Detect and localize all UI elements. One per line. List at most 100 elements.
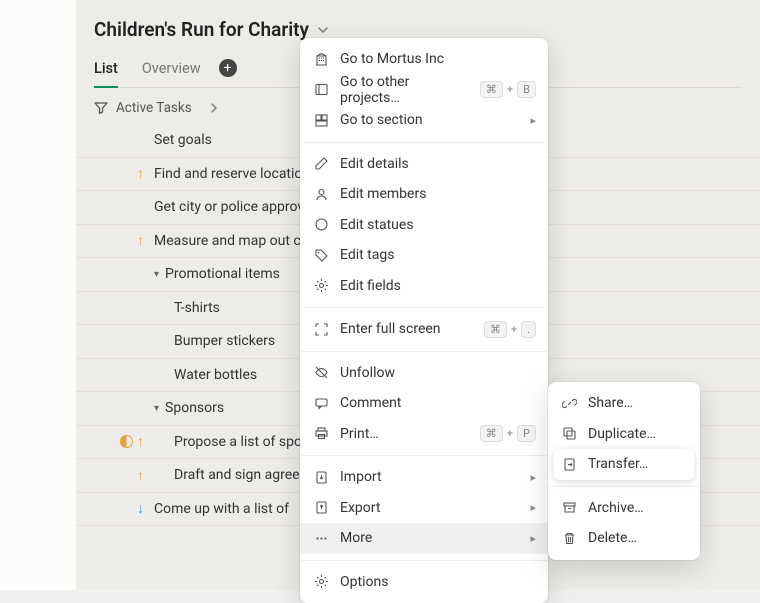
- link-icon: [560, 396, 578, 411]
- menu-print[interactable]: Print… ⌘+P: [300, 419, 548, 450]
- task-title: Water bottles: [174, 367, 257, 383]
- sidebar-gutter: [0, 0, 76, 590]
- menu-label: Edit members: [340, 186, 536, 202]
- task-title: T-shirts: [174, 300, 220, 316]
- filter-label: Active Tasks: [116, 100, 192, 116]
- filter-icon: [94, 101, 108, 115]
- tab-list[interactable]: List: [94, 60, 118, 87]
- task-title: Bumper stickers: [174, 333, 275, 349]
- duplicate-icon: [560, 426, 578, 441]
- shortcut: ⌘+P: [480, 425, 536, 442]
- gear-icon: [312, 574, 330, 589]
- context-menu: Go to Mortus Inc Go to other projects… ⌘…: [300, 38, 548, 603]
- chevron-right-icon: [210, 103, 218, 113]
- task-title: Set goals: [154, 132, 212, 148]
- menu-full-screen[interactable]: Enter full screen ⌘+.: [300, 314, 548, 345]
- add-tab-button[interactable]: +: [219, 59, 237, 77]
- menu-go-section[interactable]: Go to section ▸: [300, 105, 548, 136]
- priority-up-icon: ↑: [137, 433, 144, 450]
- priority-down-icon: ↓: [137, 500, 144, 517]
- priority-up-icon: ↑: [137, 165, 144, 182]
- section-icon: [312, 113, 330, 128]
- menu-go-mortus[interactable]: Go to Mortus Inc: [300, 44, 548, 75]
- transfer-icon: [560, 457, 578, 472]
- menu-export[interactable]: Export ▸: [300, 493, 548, 524]
- menu-label: Go to other projects…: [340, 74, 470, 106]
- shortcut: ⌘+.: [484, 321, 536, 338]
- circle-icon: [312, 217, 330, 232]
- menu-label: Options: [340, 574, 536, 590]
- menu-label: More: [340, 530, 520, 546]
- task-title: Find and reserve location: [154, 166, 310, 182]
- separator: [300, 142, 548, 143]
- task-title: Get city or police approval: [154, 199, 315, 215]
- menu-label: Go to Mortus Inc: [340, 51, 536, 67]
- menu-label: Go to section: [340, 112, 520, 128]
- priority-up-icon: ↑: [137, 232, 144, 249]
- tag-icon: [312, 248, 330, 263]
- disclosure-icon[interactable]: ▾: [154, 269, 159, 280]
- menu-edit-fields[interactable]: Edit fields: [300, 271, 548, 302]
- menu-label: Duplicate…: [588, 426, 688, 442]
- shortcut: ⌘+B: [480, 81, 536, 98]
- export-icon: [312, 500, 330, 515]
- pencil-icon: [312, 156, 330, 171]
- menu-edit-details[interactable]: Edit details: [300, 149, 548, 180]
- priority-up-icon: ↑: [137, 467, 144, 484]
- menu-edit-tags[interactable]: Edit tags: [300, 240, 548, 271]
- menu-label: Edit tags: [340, 247, 536, 263]
- menu-unfollow[interactable]: Unfollow: [300, 358, 548, 389]
- separator: [300, 307, 548, 308]
- separator: [300, 455, 548, 456]
- menu-edit-members[interactable]: Edit members: [300, 179, 548, 210]
- submenu-transfer[interactable]: Transfer…: [554, 449, 694, 480]
- menu-label: Transfer…: [588, 456, 688, 472]
- menu-label: Export: [340, 500, 520, 516]
- task-title: Come up with a list of: [154, 501, 289, 517]
- menu-label: Comment: [340, 395, 536, 411]
- menu-label: Import: [340, 469, 520, 485]
- chevron-right-icon: ▸: [530, 471, 536, 484]
- menu-label: Delete…: [588, 530, 688, 546]
- menu-label: Edit statues: [340, 217, 536, 233]
- submenu-delete[interactable]: Delete…: [548, 523, 700, 554]
- comment-icon: [312, 396, 330, 411]
- trash-icon: [560, 531, 578, 546]
- submenu-share[interactable]: Share…: [548, 388, 700, 419]
- progress-half-icon: [120, 435, 133, 448]
- disclosure-icon[interactable]: ▾: [154, 403, 159, 414]
- menu-edit-statues[interactable]: Edit statues: [300, 210, 548, 241]
- task-title: Sponsors: [165, 400, 224, 416]
- archive-icon: [560, 500, 578, 515]
- menu-label: Archive…: [588, 500, 688, 516]
- building-icon: [312, 52, 330, 67]
- more-icon: [312, 531, 330, 546]
- projects-icon: [312, 82, 330, 97]
- more-submenu: Share… Duplicate… Transfer… Archive… Del…: [548, 382, 700, 560]
- tab-overview[interactable]: Overview: [142, 60, 201, 87]
- menu-options[interactable]: Options: [300, 567, 548, 598]
- separator: [300, 351, 548, 352]
- menu-import[interactable]: Import ▸: [300, 462, 548, 493]
- gear-icon: [312, 278, 330, 293]
- menu-label: Edit details: [340, 156, 536, 172]
- submenu-duplicate[interactable]: Duplicate…: [548, 419, 700, 450]
- chevron-down-icon[interactable]: [317, 24, 329, 36]
- menu-go-projects[interactable]: Go to other projects… ⌘+B: [300, 75, 548, 106]
- menu-label: Edit fields: [340, 278, 536, 294]
- chevron-right-icon: ▸: [530, 501, 536, 514]
- chevron-right-icon: ▸: [530, 114, 536, 127]
- separator: [300, 560, 548, 561]
- import-icon: [312, 470, 330, 485]
- page-title: Children's Run for Charity: [94, 18, 309, 41]
- menu-comment[interactable]: Comment: [300, 388, 548, 419]
- submenu-archive[interactable]: Archive…: [548, 493, 700, 524]
- menu-more[interactable]: More ▸: [300, 523, 548, 554]
- eye-off-icon: [312, 365, 330, 380]
- separator: [548, 486, 700, 487]
- menu-label: Enter full screen: [340, 321, 474, 337]
- menu-label: Print…: [340, 426, 470, 442]
- menu-label: Share…: [588, 395, 688, 411]
- task-title: Promotional items: [165, 266, 280, 282]
- menu-label: Unfollow: [340, 365, 536, 381]
